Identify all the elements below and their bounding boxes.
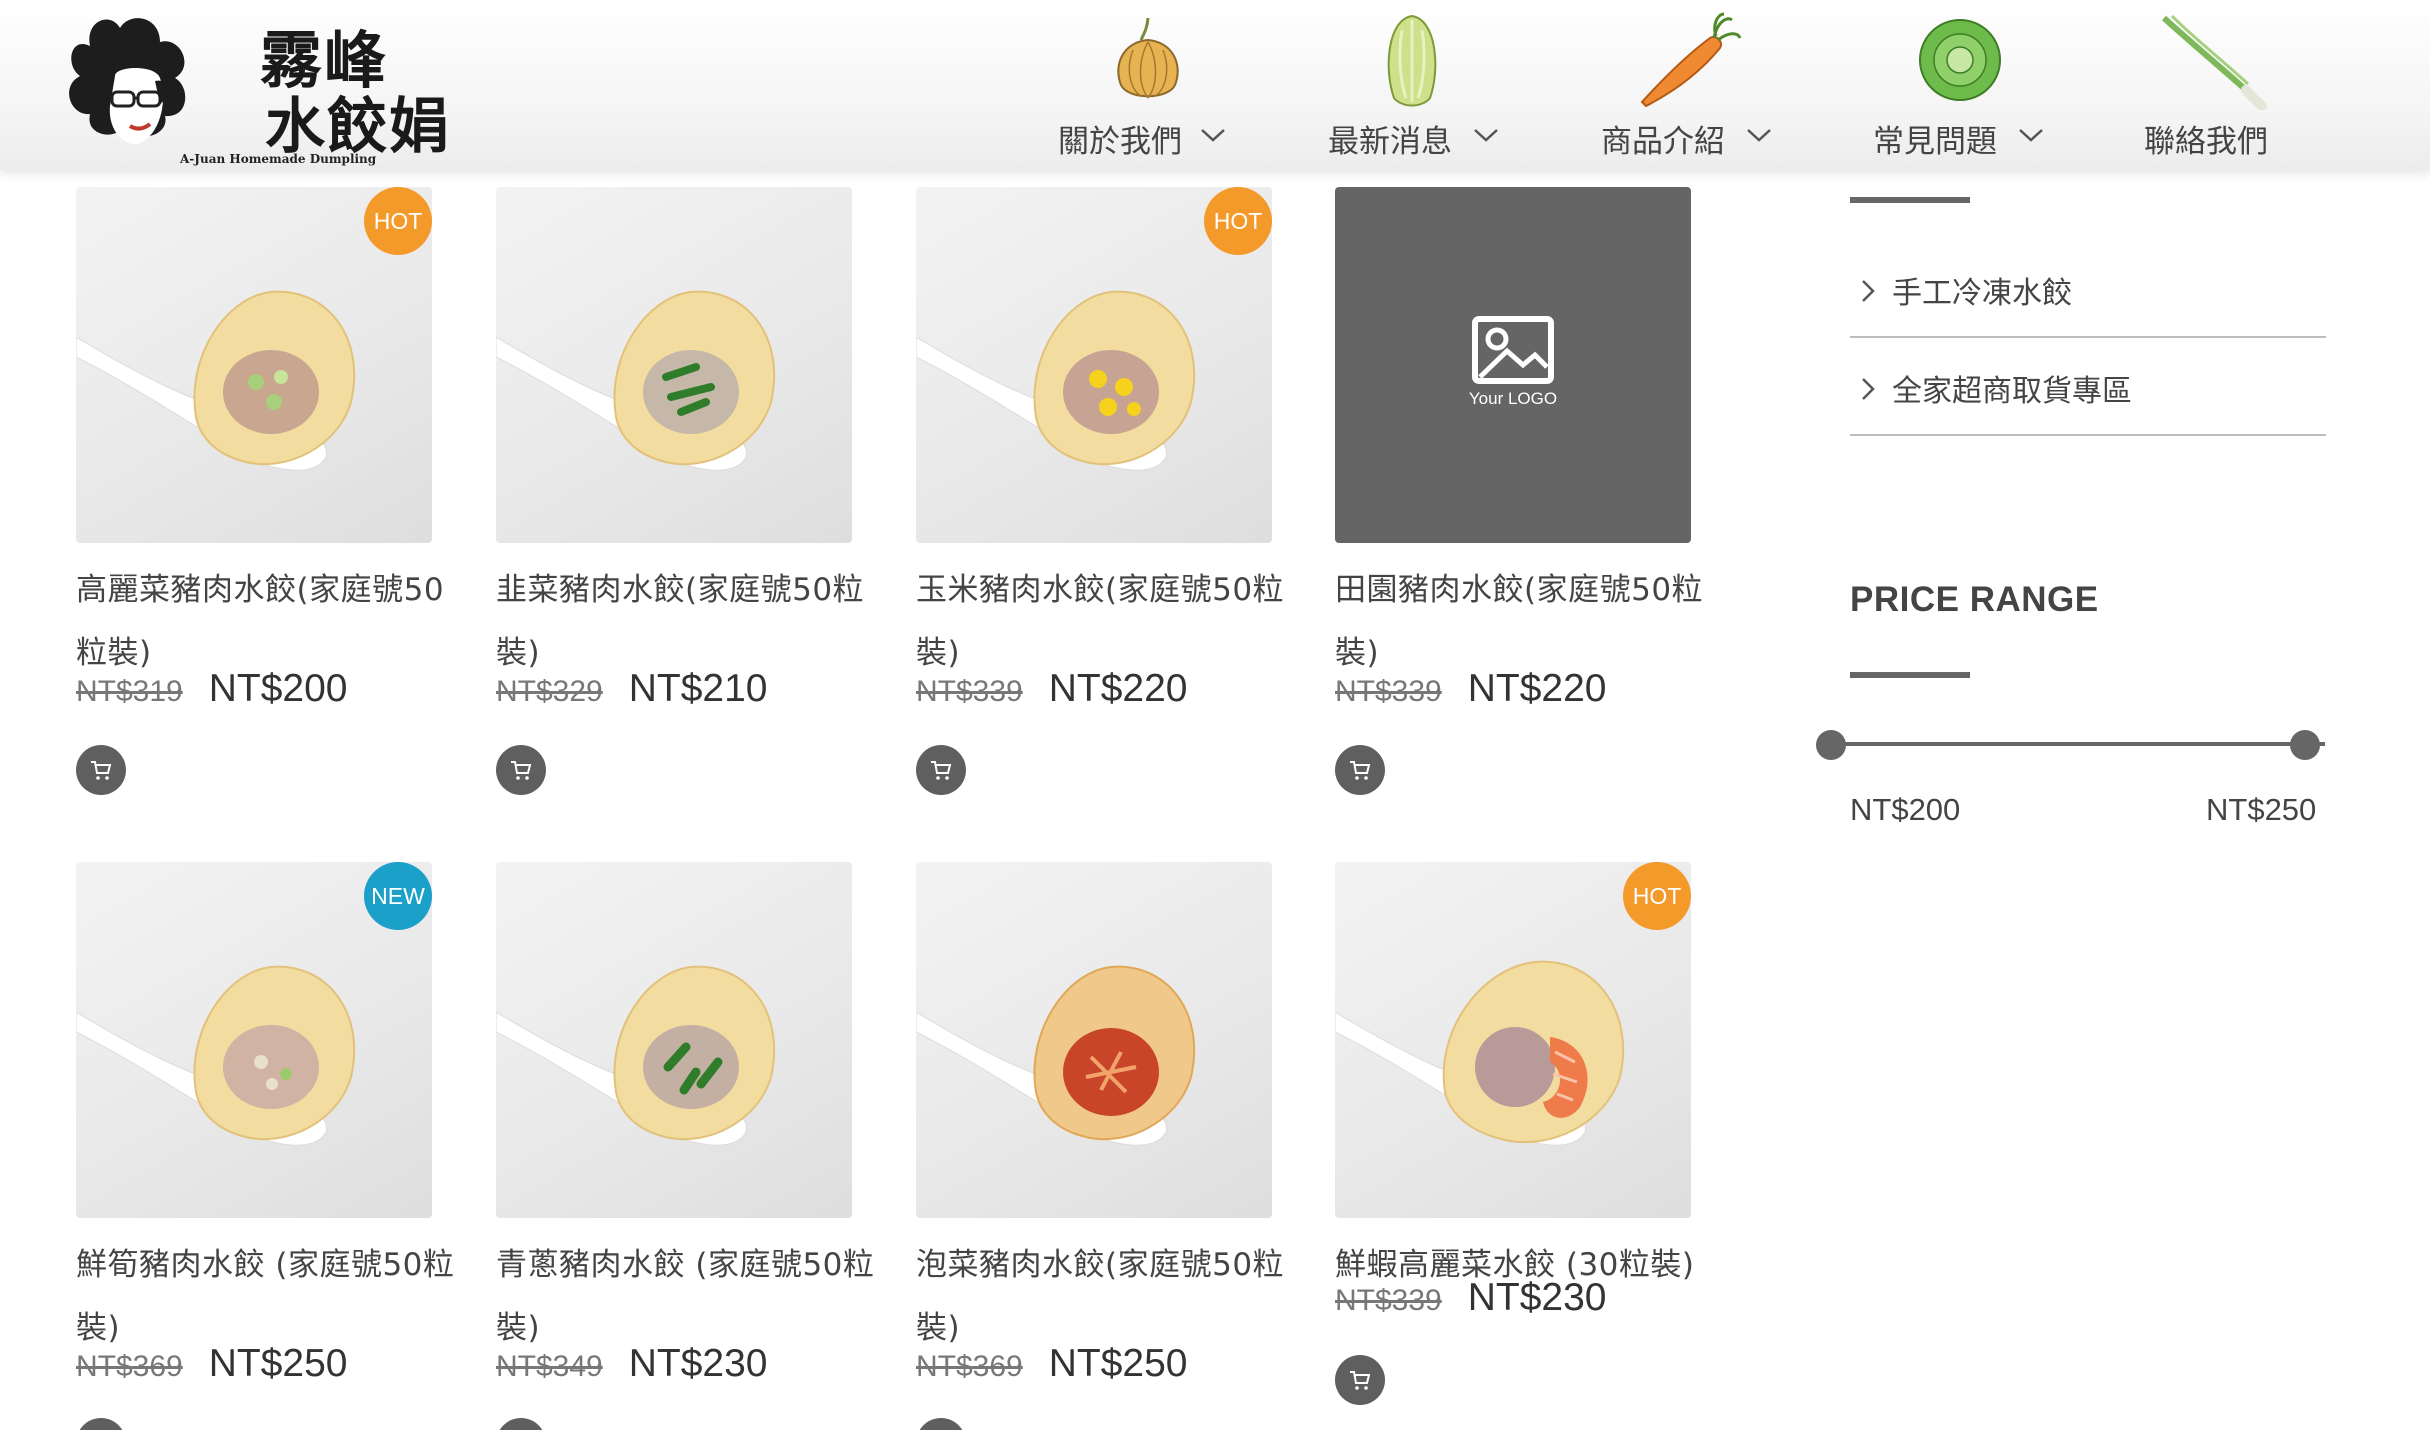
price-row: NT$329 NT$210 (496, 667, 767, 711)
carrot-icon (1640, 12, 1742, 108)
sale-price: NT$200 (208, 667, 348, 710)
price-row: NT$339 NT$220 (916, 667, 1187, 711)
chevron-down-icon (1747, 129, 1771, 142)
chevron-down-icon (2019, 129, 2043, 142)
price-slider-min-handle[interactable] (1816, 730, 1846, 760)
category-label: 全家超商取貨專區 (1892, 374, 2132, 409)
hot-badge: HOT (1623, 862, 1691, 930)
section-divider (1850, 197, 1970, 203)
nav-label-news: 最新消息 (1328, 124, 1452, 160)
dumpling-image (496, 965, 776, 1146)
add-to-cart-button[interactable] (1335, 745, 1385, 795)
cabbage-icon (1387, 14, 1437, 107)
chevron-right-icon (1862, 378, 1875, 400)
new-badge: NEW (364, 862, 432, 930)
cart-icon (511, 761, 532, 780)
sale-price: NT$220 (1048, 667, 1188, 710)
product-image[interactable] (916, 862, 1272, 1218)
price-row: NT$339 NT$220 (1335, 667, 1606, 711)
original-price: NT$369 (916, 1350, 1023, 1383)
site-logo[interactable]: 霧峰 水餃娟 A-Juan Homemade Dumpling (60, 6, 449, 166)
sale-price: NT$250 (1048, 1342, 1188, 1385)
original-price: NT$369 (76, 1350, 183, 1383)
price-range-min-label: NT$200 (1850, 792, 1961, 827)
original-price: NT$339 (1335, 1284, 1442, 1317)
price-slider-max-handle[interactable] (2290, 730, 2320, 760)
original-price: NT$339 (916, 675, 1023, 708)
nav-item-contact[interactable]: 聯絡我們 (2143, 0, 2293, 170)
product-image[interactable]: HOT (1335, 862, 1691, 1218)
hot-badge: HOT (364, 187, 432, 255)
placeholder-text: Your LOGO (1468, 389, 1558, 408)
chevron-down-icon (1474, 129, 1498, 142)
price-row: NT$339 NT$230 (1335, 1276, 1606, 1320)
nav-item-faq[interactable]: 常見問題 (1872, 0, 2072, 170)
add-to-cart-button[interactable] (916, 745, 966, 795)
dumpling-image (916, 965, 1196, 1146)
original-price: NT$329 (496, 675, 603, 708)
site-header: 霧峰 水餃娟 A-Juan Homemade Dumpling 關於我們 最新消… (0, 0, 2430, 170)
product-image-placeholder[interactable]: Your LOGO (1335, 187, 1691, 543)
price-row: NT$369 NT$250 (76, 1342, 347, 1386)
add-to-cart-button[interactable] (76, 1418, 126, 1430)
product-image[interactable] (496, 187, 852, 543)
price-range-title: PRICE RANGE (1850, 580, 2099, 619)
nav-label-faq: 常見問題 (1873, 124, 1997, 160)
nav-item-about[interactable]: 關於我們 (1055, 0, 1255, 170)
nav-item-news[interactable]: 最新消息 (1328, 0, 1528, 170)
nav-label-products: 商品介紹 (1601, 124, 1725, 160)
logo-subtitle: A-Juan Homemade Dumpling (180, 152, 377, 166)
cart-icon (931, 761, 952, 780)
sale-price: NT$250 (208, 1342, 348, 1385)
product-image[interactable]: HOT (76, 187, 432, 543)
add-to-cart-button[interactable] (76, 745, 126, 795)
price-row: NT$319 NT$200 (76, 667, 347, 711)
image-placeholder-icon (1472, 316, 1554, 384)
logo-portrait-icon (69, 18, 186, 145)
original-price: NT$339 (1335, 675, 1442, 708)
price-row: NT$349 NT$230 (496, 1342, 767, 1386)
price-row: NT$369 NT$250 (916, 1342, 1187, 1386)
nav-label-about: 關於我們 (1058, 124, 1182, 160)
sale-price: NT$230 (628, 1342, 768, 1385)
add-to-cart-button[interactable] (496, 1418, 546, 1430)
sale-price: NT$230 (1467, 1276, 1607, 1319)
price-slider-track[interactable] (1830, 742, 2325, 746)
cart-icon (1350, 761, 1371, 780)
original-price: NT$349 (496, 1350, 603, 1383)
onion-icon (1117, 17, 1179, 99)
product-image[interactable] (496, 862, 852, 1218)
cart-icon (91, 761, 112, 780)
add-to-cart-button[interactable] (496, 745, 546, 795)
category-link-frozen-dumplings[interactable]: 手工冷凍水餃 (1850, 240, 2326, 338)
product-image[interactable]: HOT (916, 187, 1272, 543)
price-range-max-label: NT$250 (2206, 792, 2317, 827)
product-image[interactable]: NEW (76, 862, 432, 1218)
lettuce-icon (1919, 19, 2001, 101)
chevron-down-icon (1201, 129, 1225, 142)
dumpling-image (496, 290, 776, 471)
cart-icon (1350, 1371, 1371, 1390)
scallion-icon (2161, 14, 2267, 110)
chevron-right-icon (1862, 280, 1875, 302)
category-label: 手工冷凍水餃 (1892, 276, 2072, 311)
add-to-cart-button[interactable] (1335, 1355, 1385, 1405)
hot-badge: HOT (1204, 187, 1272, 255)
section-divider (1850, 672, 1970, 678)
sale-price: NT$210 (628, 667, 768, 710)
category-link-familymart-pickup[interactable]: 全家超商取貨專區 (1850, 338, 2326, 436)
nav-label-contact: 聯絡我們 (2144, 124, 2268, 160)
sale-price: NT$220 (1467, 667, 1607, 710)
original-price: NT$319 (76, 675, 183, 708)
nav-item-products[interactable]: 商品介紹 (1600, 0, 1800, 170)
add-to-cart-button[interactable] (916, 1418, 966, 1430)
